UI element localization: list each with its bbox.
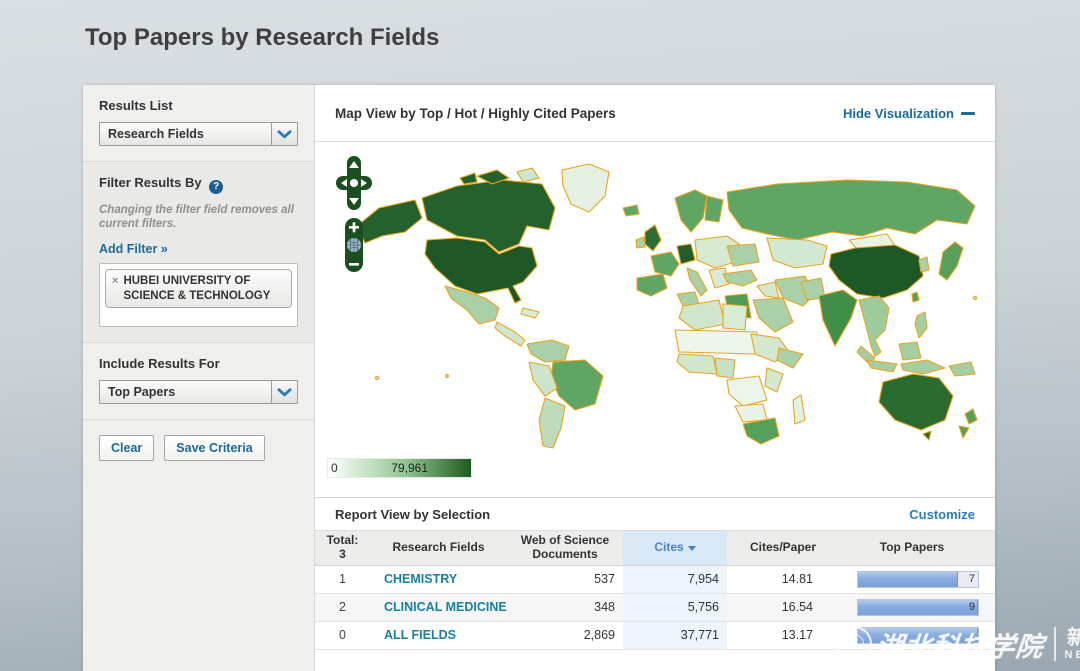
filter-results-label: Filter Results By xyxy=(99,175,202,190)
table-row: 1 CHEMISTRY 537 7,954 14.81 7 xyxy=(315,565,995,594)
cites-per-paper-value: 14.81 xyxy=(781,572,813,587)
column-header-research-fields[interactable]: Research Fields xyxy=(370,531,507,565)
field-link[interactable]: CLINICAL MEDICINE xyxy=(370,600,507,614)
cites-value: 7,954 xyxy=(623,565,727,593)
cites-value: 37,771 xyxy=(623,621,727,649)
watermark-news-cn: 新闻 xyxy=(1067,626,1080,649)
page-title: Top Papers by Research Fields xyxy=(85,24,440,51)
active-filters-box: × HUBEI UNIVERSITY OF SCIENCE & TECHNOLO… xyxy=(99,263,298,328)
sidebar: Results List Research Fields Filter Resu… xyxy=(83,85,315,671)
total-count: 3 xyxy=(339,546,346,561)
watermark-org-name: 湖北科技学院 xyxy=(874,631,1046,662)
filter-section: Filter Results By ? Changing the filter … xyxy=(83,162,314,344)
column-header-wos-documents[interactable]: Web of Science Documents xyxy=(507,531,623,565)
filter-tag[interactable]: × HUBEI UNIVERSITY OF SCIENCE & TECHNOLO… xyxy=(105,269,292,309)
documents-value: 348 xyxy=(594,600,615,615)
news-watermark: 湖北科技学院 新闻 NEWS xyxy=(836,618,1080,670)
include-results-section: Include Results For Top Papers xyxy=(83,343,314,421)
zoom-pill xyxy=(345,218,363,272)
main-panel: Map View by Top / Hot / Highly Cited Pap… xyxy=(315,85,995,671)
results-list-label: Results List xyxy=(99,98,173,113)
sort-desc-arrow-icon xyxy=(687,546,696,552)
map-view-title: Map View by Top / Hot / Highly Cited Pap… xyxy=(335,105,616,121)
rank-cell: 1 xyxy=(339,572,346,587)
pan-cross-icon xyxy=(336,156,372,210)
chevron-down-icon[interactable] xyxy=(271,381,297,404)
add-filter-link[interactable]: Add Filter » xyxy=(99,242,168,256)
remove-filter-icon[interactable]: × xyxy=(112,274,118,289)
rank-cell: 0 xyxy=(339,628,346,643)
save-criteria-button[interactable]: Save Criteria xyxy=(164,435,265,462)
rank-cell: 2 xyxy=(339,600,346,615)
content-container: Results List Research Fields Filter Resu… xyxy=(83,85,995,671)
include-results-selected: Top Papers xyxy=(108,385,176,400)
results-list-section: Results List Research Fields xyxy=(83,85,314,162)
total-header: Total: 3 xyxy=(326,533,359,561)
legend-min: 0 xyxy=(331,461,338,475)
customize-link[interactable]: Customize xyxy=(909,507,975,522)
top-papers-value: 7 xyxy=(968,572,975,585)
hide-visualization-link[interactable]: Hide Visualization xyxy=(843,106,975,121)
top-papers-bar: 7 xyxy=(857,570,979,588)
watermark-news-en: NEWS xyxy=(1064,648,1080,661)
include-results-label: Include Results For xyxy=(99,356,220,372)
cites-per-paper-value: 16.54 xyxy=(781,600,813,615)
legend-max: 79,961 xyxy=(391,461,428,475)
chevron-down-icon[interactable] xyxy=(271,123,297,145)
column-header-cites-per-paper[interactable]: Cites/Paper xyxy=(727,531,839,565)
results-list-dropdown[interactable]: Research Fields xyxy=(99,122,298,146)
report-view-title: Report View by Selection xyxy=(335,506,491,522)
table-header-row: Total: 3 Research Fields Web of Science … xyxy=(315,530,995,566)
clear-button[interactable]: Clear xyxy=(99,435,155,462)
column-header-top-papers[interactable]: Top Papers xyxy=(839,531,985,565)
filter-tag-label: HUBEI UNIVERSITY OF SCIENCE & TECHNOLOGY xyxy=(123,275,271,302)
map-view[interactable]: 0 79,961 xyxy=(315,142,995,497)
help-question-icon[interactable]: ? xyxy=(209,179,224,194)
top-papers-bar: 9 xyxy=(857,598,979,616)
map-controls xyxy=(335,156,373,279)
minus-icon xyxy=(961,111,975,115)
column-header-cites-sorted[interactable]: Cites xyxy=(623,531,727,565)
filter-note: Changing the filter field removes all cu… xyxy=(99,203,294,231)
map-legend: 0 79,961 xyxy=(327,458,472,478)
documents-value: 537 xyxy=(594,572,615,587)
map-header: Map View by Top / Hot / Highly Cited Pap… xyxy=(315,85,995,142)
top-papers-value: 9 xyxy=(968,600,975,613)
results-list-selected: Research Fields xyxy=(108,127,204,141)
sidebar-buttons: Clear Save Criteria xyxy=(83,420,314,476)
field-link[interactable]: CHEMISTRY xyxy=(370,572,507,586)
field-link[interactable]: ALL FIELDS xyxy=(370,628,507,642)
include-results-dropdown[interactable]: Top Papers xyxy=(99,380,298,405)
watermark-divider xyxy=(1054,627,1056,661)
documents-value: 2,869 xyxy=(583,628,615,643)
report-header: Report View by Selection Customize xyxy=(315,497,995,530)
university-seal-icon xyxy=(836,626,872,662)
world-choropleth-map[interactable] xyxy=(327,148,987,453)
cites-value: 5,756 xyxy=(623,593,727,621)
cites-per-paper-value: 13.17 xyxy=(781,628,813,643)
